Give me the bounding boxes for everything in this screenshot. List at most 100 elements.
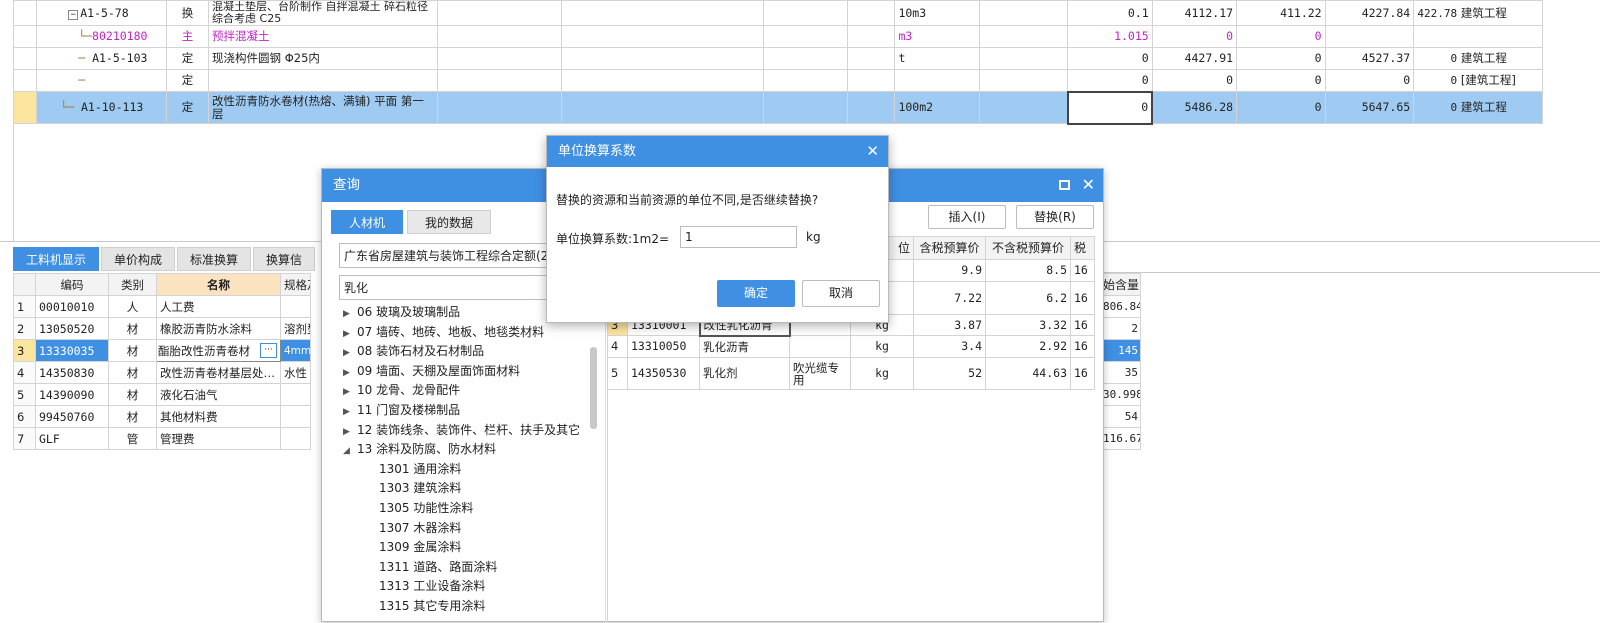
query-result-row[interactable]: 4 13310050 乳化沥青 kg 3.4 2.92 16 [607, 335, 1095, 358]
query-result-row[interactable]: 5 14350530 乳化剂 吹光缆专用 kg 52 44.63 16 [607, 357, 1095, 390]
quota-row[interactable]: ─ 定 0 0 0 0 0 [建筑工程] [12, 69, 1543, 92]
resource-code: 13330035 [35, 339, 109, 362]
row-number: 3 [13, 339, 36, 362]
ok-button[interactable]: 确定 [717, 280, 795, 307]
tree-leaf[interactable]: 1307 木器涂料 [339, 519, 589, 539]
tree-node-label: 1311 道路、路面涂料 [379, 559, 498, 574]
expand-icon[interactable]: ▶ [343, 344, 357, 364]
tab-my-data[interactable]: 我的数据 [407, 210, 492, 234]
expand-icon[interactable]: ▶ [343, 305, 357, 325]
quantity-cell[interactable]: 35 [1100, 361, 1141, 384]
resource-code: 99450760 [35, 405, 109, 428]
col-taxed-price-header[interactable]: 含税预算价 [913, 236, 986, 260]
tree-node[interactable]: ▶ 07 墙砖、地砖、地板、地毯类材料 [339, 323, 589, 343]
quota-row[interactable]: ─ A1-5-103 定 现浇构件圆钢 Φ25内 t 0 4427.91 0 4… [12, 47, 1543, 70]
tree-leaf[interactable]: 1311 道路、路面涂料 [339, 558, 589, 578]
col-spec-header[interactable]: 规格及 [280, 273, 311, 296]
quota-row[interactable]: └─80210180 主 预拌混凝土 m3 1.015 0 0 [12, 25, 1543, 48]
query-splitter[interactable] [605, 289, 606, 623]
tree-leaf[interactable]: 1305 功能性涂料 [339, 499, 589, 519]
resource-name: 人工费 [156, 295, 281, 318]
tree-node[interactable]: ▶ 12 装饰线条、装饰件、栏杆、扶手及其它 [339, 421, 589, 441]
quantity-cell[interactable]: 806.84 [1100, 295, 1141, 318]
tree-leaf[interactable]: 1313 工业设备涂料 [339, 577, 589, 597]
quota-qty: 0 [1067, 47, 1153, 70]
quota-type: 定 [165, 91, 210, 124]
tab-resource-display[interactable]: 工料机显示 [13, 247, 100, 271]
quota-type: 定 [165, 69, 210, 92]
resource-code: 14390090 [35, 383, 109, 406]
result-unit: kg [850, 335, 914, 358]
collapse-icon[interactable]: ◢ [343, 442, 357, 462]
resource-category: 材 [108, 361, 157, 384]
collapse-icon[interactable]: − [68, 9, 79, 20]
quantity-cell[interactable]: 30.998 [1100, 383, 1141, 406]
result-spec [789, 335, 851, 358]
tree-node[interactable]: ▶ 09 墙面、天棚及屋面饰面材料 [339, 362, 589, 382]
tab-labor-material-machine[interactable]: 人材机 [331, 210, 404, 234]
resource-row-selected[interactable]: 313330035材酯胎改性沥青卷材 ···4mm厚 [13, 339, 311, 362]
resource-name: 改性沥青卷材基层处… [156, 361, 281, 384]
col-code-header[interactable]: 编码 [35, 273, 109, 296]
quota-total2: 0 [1450, 101, 1458, 115]
tree-leaf[interactable]: 1315 其它专用涂料 [339, 597, 589, 617]
col-name-header[interactable]: 名称 [156, 273, 281, 296]
col-category-header[interactable]: 类别 [108, 273, 157, 296]
resource-row[interactable]: 4 14350830 材改性沥青卷材基层处… 水性 [13, 361, 311, 384]
insert-button[interactable]: 插入(I) [928, 205, 1006, 229]
result-taxed-price: 7.22 [913, 281, 986, 315]
panel-divider [1100, 272, 1600, 273]
cancel-button[interactable]: 取消 [802, 280, 880, 307]
quantity-cell[interactable]: 2 [1100, 317, 1141, 340]
quota-price: 0 [1151, 69, 1238, 92]
quota-row-selected[interactable]: └─ A1-10-113 定 改性沥青防水卷材(热熔、满铺) 平面 第一层 10… [12, 90, 1543, 125]
tree-node[interactable]: ▶ 08 装饰石材及石材制品 [339, 342, 589, 362]
quota-total2: 0 [1450, 52, 1458, 66]
col-tax-header[interactable]: 税 [1070, 236, 1095, 260]
col-untaxed-price-header[interactable]: 不含税预算价 [985, 236, 1071, 260]
resource-row[interactable]: 1 00010010 人人工费 [13, 295, 311, 318]
replace-button[interactable]: 替换(R) [1016, 205, 1094, 229]
row-number: 2 [13, 317, 36, 340]
quota-total: 411.22 [1236, 0, 1326, 26]
tree-node-expanded[interactable]: ◢ 13 涂料及防腐、防水材料 [339, 440, 589, 460]
tab-standard-conversion[interactable]: 标准换算 [177, 247, 252, 271]
coef-input[interactable]: 1 [680, 226, 797, 248]
tab-unit-price[interactable]: 单价构成 [101, 247, 176, 271]
coef-unit: kg [806, 230, 821, 244]
quantity-cell[interactable]: 116.67 [1100, 427, 1141, 450]
close-icon[interactable]: ✕ [866, 142, 879, 160]
resource-row[interactable]: 6 99450760 材其他材料费 [13, 405, 311, 428]
resource-name: 橡胶沥青防水涂料 [156, 317, 281, 340]
resource-name-editor[interactable]: 酯胎改性沥青卷材 ··· [156, 339, 281, 362]
quantity-cell[interactable]: 145 [1100, 339, 1141, 362]
quota-unit: m3 [894, 25, 980, 48]
tree-node[interactable]: ▶ 10 龙骨、龙骨配件 [339, 381, 589, 401]
col-quantity-header[interactable]: 始含量 [1100, 273, 1141, 296]
unit-dialog-title-bar[interactable]: 单位换算系数 [547, 136, 888, 167]
quantity-cell[interactable]: 54 [1100, 405, 1141, 428]
quota-price: 5486.28 [1151, 91, 1238, 124]
tree-scrollbar[interactable] [590, 347, 597, 429]
resource-spec: 溶剂型 [280, 317, 311, 340]
resource-category: 人 [108, 295, 157, 318]
resource-row[interactable]: 5 14390090 材液化石油气 [13, 383, 311, 406]
tree-node[interactable]: ▶ 11 门窗及楼梯制品 [339, 401, 589, 421]
quota-price2: 4527.37 [1324, 47, 1415, 70]
resource-row[interactable]: 213050520材橡胶沥青防水涂料溶剂型 [13, 317, 311, 340]
expand-icon[interactable]: ▶ [343, 403, 357, 423]
tree-node-label: 10 龙骨、龙骨配件 [357, 383, 461, 398]
resource-row[interactable]: 7 GLF 管管理费 [13, 427, 311, 450]
quota-row[interactable]: − A1-5-78 换 混凝土垫层、台阶制作 自拌混凝土 碎石粒径综合考虑 C25… [12, 0, 1543, 26]
tree-node-label: 1307 木器涂料 [379, 520, 462, 535]
tree-leaf[interactable]: 1309 金属涂料 [339, 538, 589, 558]
more-button[interactable]: ··· [260, 343, 277, 358]
quota-qty-input[interactable]: 0 [1066, 90, 1154, 125]
close-icon[interactable]: ✕ [1082, 177, 1095, 193]
maximize-icon[interactable] [1058, 180, 1070, 190]
quota-price2: 5647.65 [1324, 91, 1415, 124]
tree-leaf[interactable]: 1301 通用涂料 [339, 460, 589, 480]
tab-conversion-info[interactable]: 换算信 [253, 247, 316, 271]
tree-node-label: 11 门窗及楼梯制品 [357, 402, 461, 417]
tree-leaf[interactable]: 1303 建筑涂料 [339, 479, 589, 499]
